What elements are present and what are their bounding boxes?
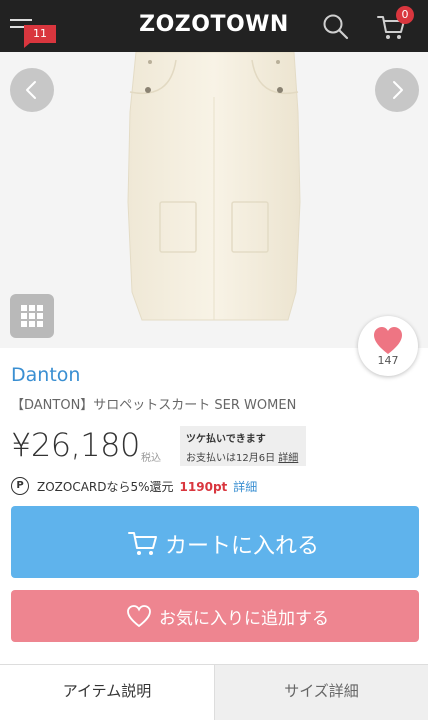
grid-icon: [21, 305, 43, 327]
tab-item-description[interactable]: アイテム説明: [0, 665, 214, 720]
deferred-payment-date-text: お支払いは12月6日: [186, 453, 276, 464]
point-value: 1190pt: [179, 480, 228, 494]
add-to-favorites-label: お気に入りに追加する: [159, 609, 329, 629]
heart-outline-icon: [127, 605, 151, 628]
next-image-button[interactable]: [375, 68, 419, 112]
point-detail-link[interactable]: 詳細: [233, 480, 257, 494]
product-name: 【DANTON】サロペットスカート SER WOMEN: [11, 398, 297, 413]
app-header: 11 ZOZOTOWN 0: [0, 0, 428, 52]
deferred-payment-date: お支払いは12月6日 詳細: [186, 449, 300, 464]
point-icon: P: [11, 477, 29, 495]
deferred-payment-title: ツケ払いできます: [186, 434, 266, 445]
point-text: ZOZOCARDなら5%還元 1190pt 詳細: [37, 478, 257, 495]
product-image: [127, 52, 301, 321]
deferred-payment-detail-link[interactable]: 詳細: [278, 453, 298, 464]
chevron-left-icon: [26, 81, 36, 99]
add-to-cart-label: カートに入れる: [165, 534, 320, 559]
deferred-payment-box: ツケ払いできます お支払いは12月6日 詳細: [180, 426, 306, 466]
image-grid-button[interactable]: [10, 294, 54, 338]
detail-tabs: アイテム説明 サイズ詳細: [0, 664, 428, 720]
tab-size-details[interactable]: サイズ詳細: [214, 665, 428, 720]
point-info: P ZOZOCARDなら5%還元 1190pt 詳細: [11, 476, 411, 496]
point-description: ZOZOCARDなら5%還元: [37, 480, 174, 494]
search-button[interactable]: [322, 13, 350, 41]
chevron-right-icon: [393, 81, 403, 99]
site-logo[interactable]: ZOZOTOWN: [0, 12, 428, 37]
search-icon: [323, 14, 349, 40]
cart-count-badge: 0: [396, 6, 414, 24]
favorite-count: 147: [377, 354, 399, 367]
cart-icon: [128, 532, 157, 555]
previous-image-button[interactable]: [10, 68, 54, 112]
product-image-gallery[interactable]: [0, 52, 428, 348]
product-price: ¥26,180: [11, 426, 140, 464]
brand-link[interactable]: Danton: [11, 364, 80, 386]
favorite-toggle[interactable]: 147: [358, 316, 418, 376]
tax-label: 税込: [141, 453, 161, 464]
add-to-cart-button[interactable]: カートに入れる: [11, 506, 419, 578]
add-to-favorites-button[interactable]: お気に入りに追加する: [11, 590, 419, 642]
